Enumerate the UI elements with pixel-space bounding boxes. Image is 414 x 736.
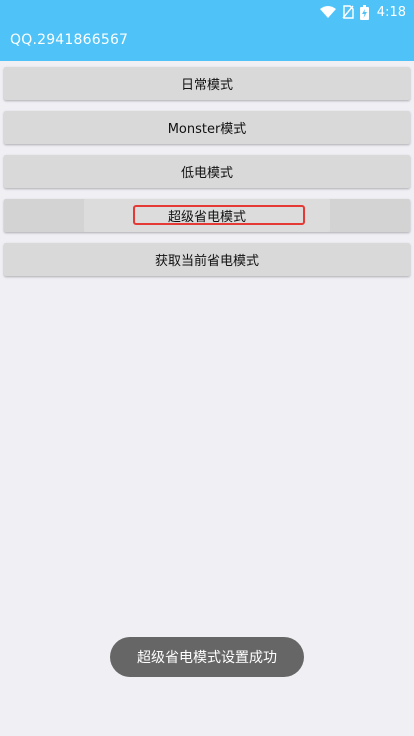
low-power-mode-label: 低电模式 <box>180 166 233 181</box>
monster-mode-label: Monster模式 <box>167 122 247 137</box>
app-title: QQ.2941866567 <box>10 32 129 48</box>
daily-mode-button[interactable]: 日常模式 <box>4 67 410 100</box>
get-current-mode-label: 获取当前省电模式 <box>154 254 259 269</box>
super-power-saving-mode-button[interactable]: 超级省电模式 <box>4 199 410 232</box>
get-current-mode-button[interactable]: 获取当前省电模式 <box>4 243 410 276</box>
battery-charging-icon <box>359 4 369 20</box>
no-sim-icon <box>342 5 354 19</box>
status-time: 4:18 <box>376 4 406 20</box>
app-bar: QQ.2941866567 <box>0 24 414 61</box>
status-icons: 4:18 <box>319 0 406 24</box>
daily-mode-label: 日常模式 <box>180 78 233 93</box>
monster-mode-button[interactable]: Monster模式 <box>4 111 410 144</box>
low-power-mode-button[interactable]: 低电模式 <box>4 155 410 188</box>
wifi-icon <box>319 6 336 18</box>
toast-message: 超级省电模式设置成功 <box>110 637 304 677</box>
super-power-saving-mode-label: 超级省电模式 <box>167 210 246 225</box>
status-bar: 4:18 <box>0 0 414 24</box>
